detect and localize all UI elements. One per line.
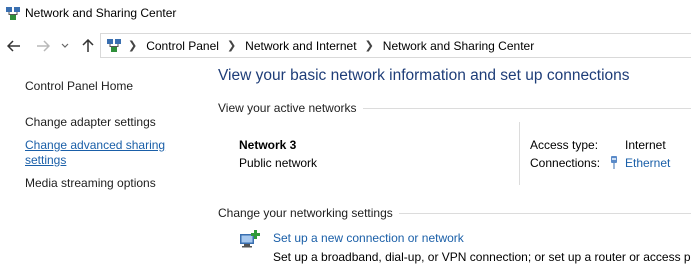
- window-title: Network and Sharing Center: [25, 6, 177, 20]
- page-title: View your basic network information and …: [218, 67, 630, 84]
- ethernet-icon: [609, 155, 619, 170]
- chevron-right-icon[interactable]: ❯: [122, 39, 144, 52]
- chevron-down-icon[interactable]: [59, 36, 71, 56]
- connections-label: Connections:: [530, 156, 601, 170]
- sidebar-item-media-streaming-options[interactable]: Media streaming options: [25, 176, 156, 190]
- change-settings-label: Change your networking settings: [218, 206, 399, 220]
- breadcrumb-network-and-sharing-center[interactable]: Network and Sharing Center: [381, 39, 536, 53]
- sidebar-item-change-advanced-sharing-settings[interactable]: Change advanced sharing settings: [25, 138, 175, 168]
- active-networks-label: View your active networks: [218, 101, 363, 115]
- ethernet-link[interactable]: Ethernet: [625, 156, 670, 170]
- access-type-label: Access type:: [530, 138, 599, 152]
- sidebar-item-control-panel-home[interactable]: Control Panel Home: [25, 79, 133, 93]
- access-type-value: Internet: [625, 138, 666, 152]
- new-connection-icon: [239, 229, 263, 251]
- back-arrow-icon[interactable]: [5, 36, 23, 56]
- network-center-icon: [5, 6, 21, 22]
- up-arrow-icon[interactable]: [79, 36, 97, 56]
- breadcrumb-control-panel[interactable]: Control Panel: [144, 39, 221, 53]
- network-category: Public network: [239, 156, 318, 170]
- network-name: Network 3: [239, 138, 297, 152]
- breadcrumb-network-and-internet[interactable]: Network and Internet: [243, 39, 358, 53]
- chevron-right-icon[interactable]: ❯: [221, 39, 243, 52]
- address-bar[interactable]: ❯ Control Panel ❯ Network and Internet ❯…: [100, 33, 691, 58]
- vertical-divider: [519, 122, 520, 185]
- forward-arrow-icon[interactable]: [34, 36, 52, 56]
- network-center-icon: [106, 38, 122, 54]
- setup-new-connection-description: Set up a broadband, dial-up, or VPN conn…: [273, 250, 691, 264]
- chevron-right-icon[interactable]: ❯: [359, 39, 381, 52]
- title-bar: Network and Sharing Center: [0, 0, 691, 28]
- sidebar-item-change-adapter-settings[interactable]: Change adapter settings: [25, 115, 156, 129]
- setup-new-connection-link[interactable]: Set up a new connection or network: [273, 231, 464, 245]
